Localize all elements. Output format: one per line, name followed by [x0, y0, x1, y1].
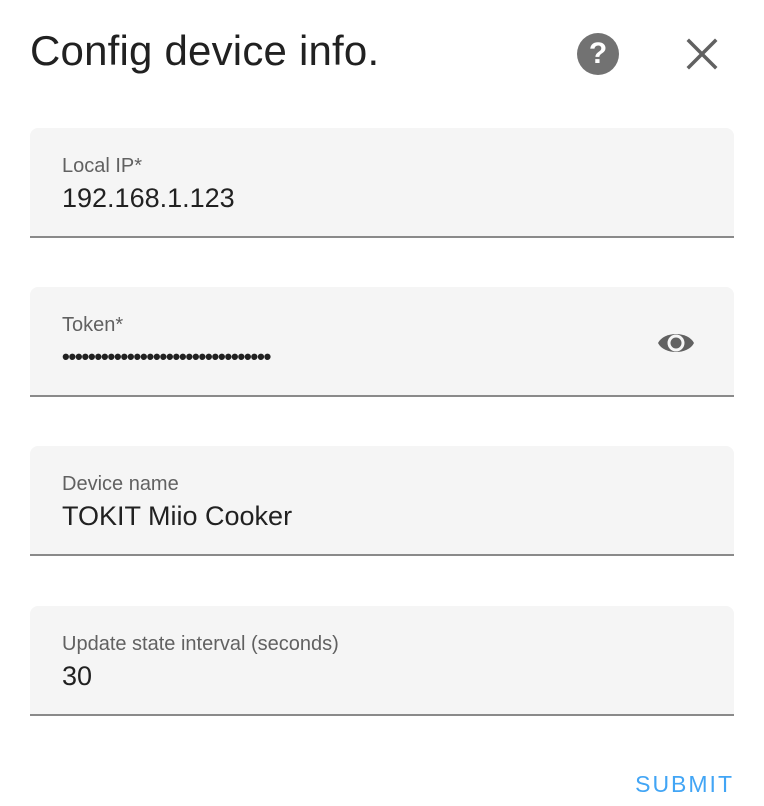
- device-name-field[interactable]: Device name TOKIT Miio Cooker: [30, 446, 734, 556]
- help-glyph: ?: [588, 37, 608, 70]
- update-interval-input[interactable]: 30: [62, 660, 622, 692]
- token-field[interactable]: Token* ••••••••••••••••••••••••••••••••: [30, 287, 734, 397]
- update-interval-label: Update state interval (seconds): [62, 633, 339, 655]
- device-name-label: Device name: [62, 473, 179, 495]
- submit-button[interactable]: SUBMIT: [635, 768, 734, 800]
- eye-icon[interactable]: [656, 325, 696, 361]
- token-input[interactable]: ••••••••••••••••••••••••••••••••: [62, 343, 271, 371]
- dialog-title: Config device info.: [30, 27, 380, 74]
- device-name-input[interactable]: TOKIT Miio Cooker: [62, 500, 622, 532]
- token-label: Token*: [62, 314, 124, 336]
- update-interval-field[interactable]: Update state interval (seconds) 30: [30, 606, 734, 716]
- close-icon[interactable]: [682, 34, 722, 74]
- local-ip-field[interactable]: Local IP* 192.168.1.123: [30, 128, 734, 238]
- local-ip-input[interactable]: 192.168.1.123: [62, 182, 622, 214]
- config-dialog: Config device info. ? Local IP* 192.168.…: [0, 0, 764, 806]
- local-ip-label: Local IP*: [62, 155, 143, 177]
- help-icon[interactable]: ?: [577, 33, 619, 75]
- eye-icon-graphic: [658, 334, 694, 352]
- close-icon-graphic: [686, 38, 718, 70]
